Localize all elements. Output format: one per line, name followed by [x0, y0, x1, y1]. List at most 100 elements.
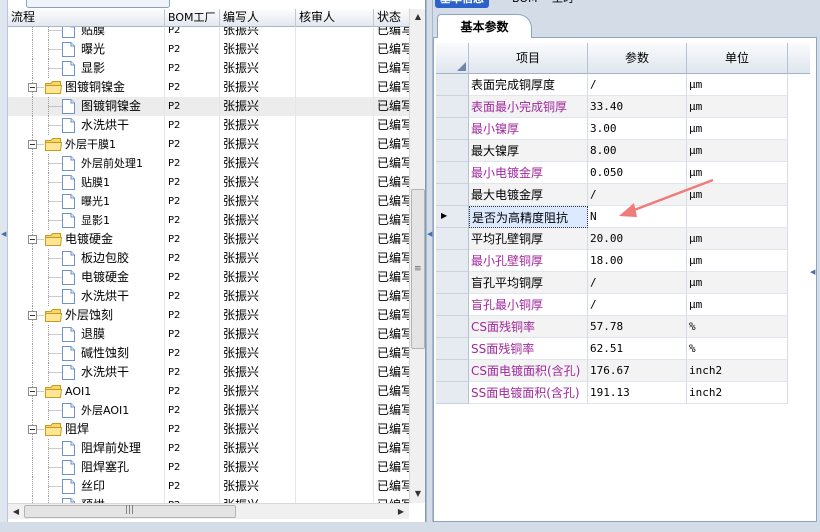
tree-node-cell[interactable]: 电镀硬金	[8, 268, 165, 287]
row-indicator[interactable]	[436, 118, 469, 140]
tree-folder-row[interactable]: 电镀硬金 P2 张振兴 已编写	[8, 230, 409, 249]
tree-node-cell[interactable]: 水洗烘干	[8, 287, 165, 306]
parameter-item-cell[interactable]: 盲孔平均铜厚	[469, 272, 588, 294]
tree-row[interactable]: 曝光1 P2 张振兴 已编写	[8, 192, 409, 211]
tree-row[interactable]: 水洗烘干 P2 张振兴 已编写	[8, 363, 409, 382]
parameter-unit-cell[interactable]: μm	[687, 140, 788, 162]
col-header-process[interactable]: 流程	[8, 9, 165, 27]
scroll-down-icon[interactable]: ▼	[411, 487, 425, 501]
parameter-item-cell[interactable]: 最大镍厚	[469, 140, 588, 162]
tree-node-cell[interactable]: 水洗烘干	[8, 363, 165, 382]
parameter-unit-cell[interactable]: μm	[687, 294, 788, 316]
tree-node-cell[interactable]: 显影	[8, 59, 165, 78]
parameter-value-cell[interactable]: 0.050	[588, 162, 687, 184]
scroll-left-icon[interactable]: ◀	[9, 505, 23, 519]
parameter-value-cell[interactable]: N	[588, 206, 687, 228]
col-header-status[interactable]: 状态	[374, 9, 409, 27]
parameter-value-cell[interactable]: /	[588, 294, 687, 316]
parameter-unit-cell[interactable]: μm	[687, 184, 788, 206]
tree-row[interactable]: 板边包胶 P2 张振兴 已编写	[8, 249, 409, 268]
tree-row[interactable]: 碱性蚀刻 P2 张振兴 已编写	[8, 344, 409, 363]
tree-node-cell[interactable]: 贴膜1	[8, 173, 165, 192]
tree-folder-row[interactable]: 图镀铜镍金 P2 张振兴 已编写	[8, 78, 409, 97]
parameter-item-cell[interactable]: SS面电镀面积(含孔)	[469, 382, 588, 404]
tree-node-cell[interactable]: 电镀硬金	[8, 230, 165, 249]
parameter-value-cell[interactable]: 18.00	[588, 250, 687, 272]
parameter-row[interactable]: SS面电镀面积(含孔) 191.13 inch2	[436, 382, 810, 404]
row-indicator[interactable]	[436, 74, 469, 96]
parameter-value-cell[interactable]: 20.00	[588, 228, 687, 250]
tree-node-cell[interactable]: 图镀铜镍金	[8, 78, 165, 97]
col-header-item[interactable]: 项目	[469, 43, 588, 74]
parameter-unit-cell[interactable]: inch2	[687, 360, 788, 382]
tab-bom[interactable]: BOM	[507, 0, 543, 8]
tree-row[interactable]: 水洗烘干 P2 张振兴 已编写	[8, 287, 409, 306]
parameter-row[interactable]: 最大镍厚 8.00 μm	[436, 140, 810, 162]
parameter-value-cell[interactable]: 191.13	[588, 382, 687, 404]
tree-horizontal-scrollbar[interactable]: ◀ ||| ▶	[8, 503, 409, 519]
parameter-unit-cell[interactable]: μm	[687, 74, 788, 96]
minus-box-icon[interactable]	[28, 387, 37, 396]
parameter-value-cell[interactable]: /	[588, 74, 687, 96]
parameter-item-cell[interactable]: 最小电镀金厚	[469, 162, 588, 184]
tree-node-cell[interactable]: 曝光	[8, 40, 165, 59]
parameter-unit-cell[interactable]: μm	[687, 96, 788, 118]
scroll-right-icon[interactable]: ▶	[394, 505, 408, 519]
parameter-value-cell[interactable]: 176.67	[588, 360, 687, 382]
tree-node-cell[interactable]: 水洗烘干	[8, 116, 165, 135]
tree-node-cell[interactable]: 丝印	[8, 477, 165, 496]
scroll-up-icon[interactable]: ▲	[411, 10, 425, 24]
parameter-unit-cell[interactable]: inch2	[687, 382, 788, 404]
parameter-item-cell[interactable]: 最大电镀金厚	[469, 184, 588, 206]
row-indicator[interactable]	[436, 316, 469, 338]
row-indicator[interactable]	[436, 140, 469, 162]
tree-row[interactable]: 曝光 P2 张振兴 已编写	[8, 40, 409, 59]
row-indicator[interactable]	[436, 162, 469, 184]
parameter-row[interactable]: 盲孔平均铜厚 / μm	[436, 272, 810, 294]
tree-row[interactable]: 水洗烘干 P2 张振兴 已编写	[8, 116, 409, 135]
tree-row[interactable]: 显影 P2 张振兴 已编写	[8, 59, 409, 78]
collapse-right-icon[interactable]: ◀	[810, 268, 815, 276]
parameter-value-cell[interactable]: 8.00	[588, 140, 687, 162]
horizontal-scroll-thumb[interactable]: |||	[24, 505, 236, 518]
parameter-item-cell[interactable]: 平均孔壁铜厚	[469, 228, 588, 250]
row-indicator[interactable]	[436, 184, 469, 206]
parameter-row[interactable]: CS面电镀面积(含孔) 176.67 inch2	[436, 360, 810, 382]
parameter-unit-cell[interactable]: %	[687, 316, 788, 338]
tree-row[interactable]: 图镀铜镍金 P2 张振兴 已编写	[8, 97, 409, 116]
tree-row[interactable]: 退膜 P2 张振兴 已编写	[8, 325, 409, 344]
parameter-unit-cell[interactable]: μm	[687, 250, 788, 272]
parameter-item-cell[interactable]: 是否为高精度阻抗	[469, 206, 588, 228]
parameter-row[interactable]: SS面残铜率 62.51%	[436, 338, 810, 360]
row-indicator[interactable]	[436, 338, 469, 360]
row-indicator[interactable]	[436, 382, 469, 404]
parameter-row[interactable]: 最大电镀金厚 / μm	[436, 184, 810, 206]
parameter-value-cell[interactable]: /	[588, 184, 687, 206]
tree-folder-row[interactable]: 外层蚀刻 P2 张振兴 已编写	[8, 306, 409, 325]
row-indicator[interactable]	[436, 96, 469, 118]
parameter-item-cell[interactable]: 盲孔最小铜厚	[469, 294, 588, 316]
vertical-scroll-thumb[interactable]: ≡	[411, 189, 425, 349]
tree-row[interactable]: 外层前处理1 P2 张振兴 已编写	[8, 154, 409, 173]
tree-folder-row[interactable]: 阻焊 P2 张振兴 已编写	[8, 420, 409, 439]
parameter-item-cell[interactable]: 表面完成铜厚度	[469, 74, 588, 96]
tree-node-cell[interactable]: 外层蚀刻	[8, 306, 165, 325]
minus-box-icon[interactable]	[28, 425, 37, 434]
parameter-unit-cell[interactable]: μm	[687, 118, 788, 140]
tree-row[interactable]: 显影1 P2 张振兴 已编写	[8, 211, 409, 230]
tree-node-cell[interactable]: 曝光1	[8, 192, 165, 211]
parameter-unit-cell[interactable]: μm	[687, 162, 788, 184]
tree-folder-row[interactable]: 外层干膜1 P2 张振兴 已编写	[8, 135, 409, 154]
tab-basic-info[interactable]: 基本信息	[435, 0, 489, 8]
tree-vertical-scrollbar[interactable]: ▲ ≡ ▼	[409, 9, 425, 503]
parameter-row[interactable]: 最小镍厚 3.00 μm	[436, 118, 810, 140]
tree-node-cell[interactable]: 板边包胶	[8, 249, 165, 268]
tree-row[interactable]: 电镀硬金 P2 张振兴 已编写	[8, 268, 409, 287]
tree-node-cell[interactable]: 外层前处理1	[8, 154, 165, 173]
parameter-row[interactable]: 平均孔壁铜厚 20.00 μm	[436, 228, 810, 250]
parameter-item-cell[interactable]: 最小镍厚	[469, 118, 588, 140]
parameter-item-cell[interactable]: 最小孔壁铜厚	[469, 250, 588, 272]
tree-node-cell[interactable]: 外层AOI1	[8, 401, 165, 420]
tree-folder-row[interactable]: AOI1 P2 张振兴 已编写	[8, 382, 409, 401]
tree-node-cell[interactable]: 图镀铜镍金	[8, 97, 165, 116]
